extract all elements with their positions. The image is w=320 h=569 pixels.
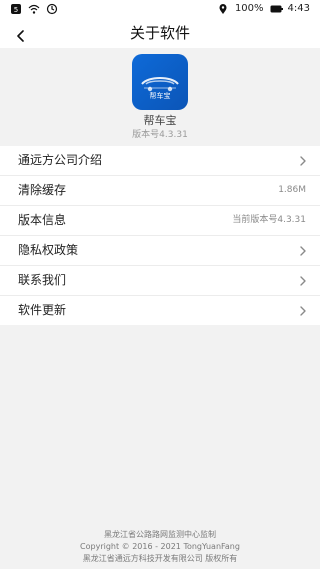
footer-line-2: Copyright © 2016 - 2021 TongYuanFang [80,542,240,551]
chevron-right-icon [298,245,308,256]
about-header: 帮车宝 帮车宝 版本号4.3.31 [0,48,320,140]
menu-item-label: 版本信息 [18,213,67,227]
app-version: 版本号4.3.31 [132,130,188,140]
menu-item-label: 通远方公司介绍 [18,153,103,167]
page-title: 关于软件 [129,24,190,42]
menu-item-label: 联系我们 [18,273,67,287]
app-icon: 帮车宝 [132,54,188,110]
notification-icon: 5 [10,3,22,15]
chevron-right-icon [298,155,308,166]
sync-icon [46,3,58,15]
cache-size-value: 1.86M [278,185,306,195]
status-bar: 5 100% 4:43 [0,0,320,18]
battery-icon [270,3,283,15]
menu-item-label: 清除缓存 [18,183,67,197]
clear-cache-item[interactable]: 清除缓存 1.86M [0,176,320,206]
contact-us-item[interactable]: 联系我们 [0,266,320,296]
menu-item-label: 软件更新 [18,303,67,317]
privacy-policy-item[interactable]: 隐私权政策 [0,236,320,266]
app-name: 帮车宝 [143,114,177,127]
version-info-item[interactable]: 版本信息 当前版本号4.3.31 [0,206,320,236]
menu-item-label: 隐私权政策 [18,243,79,257]
nav-bar: 关于软件 [0,18,320,48]
settings-list: 通远方公司介绍 清除缓存 1.86M 版本信息 当前版本号4.3.31 隐私权政… [0,146,320,325]
footer-line-1: 黑龙江省公路路网监测中心监制 [104,530,216,539]
software-update-item[interactable]: 软件更新 [0,296,320,325]
status-left-icons: 5 [10,3,58,15]
version-value: 当前版本号4.3.31 [232,215,306,225]
app-icon-text: 帮车宝 [150,91,171,100]
svg-text:5: 5 [14,6,18,14]
time-text: 4:43 [287,3,310,14]
company-intro-item[interactable]: 通远方公司介绍 [0,146,320,176]
status-right: 100% 4:43 [217,3,310,15]
wifi-icon [28,3,40,15]
car-logo-icon: 帮车宝 [141,77,179,100]
chevron-right-icon [298,305,308,316]
location-icon [217,3,229,15]
footer: 黑龙江省公路路网监测中心监制 Copyright © 2016 - 2021 T… [0,529,320,565]
footer-line-3: 黑龙江省通远方科技开发有限公司 版权所有 [82,554,238,563]
chevron-right-icon [298,275,308,286]
battery-text: 100% [234,3,264,14]
